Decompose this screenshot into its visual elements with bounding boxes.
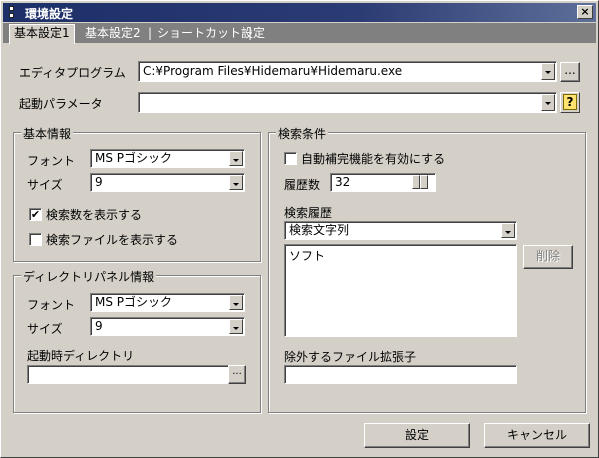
tab-separator: |: [248, 26, 253, 40]
basic-info-title: 基本情報: [21, 125, 74, 142]
tab-basic-2[interactable]: 基本設定2: [81, 25, 145, 43]
history-count-label: 履歴数: [284, 178, 321, 192]
history-type-select[interactable]: 検索文字列: [284, 221, 517, 240]
chevron-down-icon[interactable]: [229, 319, 243, 334]
editor-program-value: C:¥Program Files¥Hidemaru¥Hidemaru.exe: [143, 64, 403, 78]
chevron-down-icon[interactable]: [229, 295, 243, 310]
help-icon: ?: [563, 94, 577, 110]
history-type-value: 検索文字列: [289, 223, 350, 237]
checkmark-icon[interactable]: ✔: [29, 208, 42, 221]
chevron-down-icon[interactable]: [501, 223, 515, 238]
chevron-down-icon[interactable]: [541, 94, 555, 111]
chevron-down-icon[interactable]: [541, 63, 555, 80]
basic-size-value: 9: [95, 175, 103, 189]
dir-font-select[interactable]: MS Pゴシック: [90, 293, 245, 312]
startup-dir-label: 起動時ディレクトリ: [27, 349, 135, 363]
basic-font-select[interactable]: MS Pゴシック: [90, 149, 245, 168]
startup-dir-browse-button[interactable]: ...: [228, 365, 246, 384]
dir-size-label: サイズ: [27, 322, 63, 336]
chevron-down-icon[interactable]: [229, 175, 243, 190]
checkbox-icon[interactable]: [29, 233, 42, 246]
basic-size-select[interactable]: 9: [90, 173, 245, 192]
cancel-button[interactable]: キャンセル: [484, 423, 590, 448]
dir-font-value: MS Pゴシック: [95, 295, 173, 309]
chevron-down-icon[interactable]: [229, 151, 243, 166]
exclude-ext-input[interactable]: [284, 365, 517, 384]
launch-params-label: 起動パラメータ: [19, 97, 103, 111]
search-title: 検索条件: [276, 125, 329, 142]
dir-size-select[interactable]: 9: [90, 317, 245, 336]
basic-font-label: フォント: [27, 154, 76, 168]
show-files-checkbox[interactable]: 検索ファイルを表示する: [29, 231, 178, 248]
checkbox-icon[interactable]: [284, 152, 297, 165]
editor-program-label: エディタプログラム: [19, 66, 126, 80]
exclude-ext-label: 除外するファイル拡張子: [284, 350, 417, 364]
basic-size-label: サイズ: [27, 178, 63, 192]
settings-dialog: 環境設定 × 基本設定1 基本設定2 | ショートカット設定 | エディタプログ…: [0, 0, 599, 458]
startup-dir-input[interactable]: [27, 365, 229, 384]
editor-program-select[interactable]: C:¥Program Files¥Hidemaru¥Hidemaru.exe: [138, 61, 557, 82]
show-files-label: 検索ファイルを表示する: [46, 233, 179, 247]
app-icon: [7, 5, 17, 20]
show-count-label: 検索数を表示する: [46, 208, 143, 222]
dir-size-value: 9: [95, 319, 103, 333]
editor-browse-button[interactable]: ...: [560, 62, 580, 82]
tab-strip: 基本設定1 基本設定2 | ショートカット設定 |: [3, 23, 596, 44]
list-item[interactable]: ソフト: [289, 247, 512, 264]
tab-basic-1[interactable]: 基本設定1: [9, 24, 75, 44]
history-listbox[interactable]: ソフト: [284, 244, 517, 337]
spin-up-icon[interactable]: [412, 175, 420, 189]
autocomplete-label: 自動補完機能を有効にする: [301, 152, 446, 166]
spin-down-icon[interactable]: [420, 175, 428, 189]
autocomplete-checkbox[interactable]: 自動補完機能を有効にする: [284, 150, 445, 167]
history-label: 検索履歴: [284, 206, 333, 220]
dir-font-label: フォント: [27, 298, 76, 312]
tab-separator: |: [148, 26, 153, 40]
launch-params-select[interactable]: [138, 92, 557, 113]
delete-button[interactable]: 削除: [523, 245, 573, 269]
window-title: 環境設定: [25, 7, 74, 21]
history-count-value: 32: [335, 175, 351, 189]
close-button[interactable]: ×: [577, 5, 593, 19]
show-count-checkbox[interactable]: ✔ 検索数を表示する: [29, 206, 142, 223]
history-count-spinner[interactable]: [412, 175, 428, 189]
basic-font-value: MS Pゴシック: [95, 151, 173, 165]
title-bar[interactable]: 環境設定 ×: [3, 3, 596, 22]
ok-button[interactable]: 設定: [364, 423, 470, 448]
help-button[interactable]: ?: [560, 92, 580, 113]
dir-panel-title: ディレクトリパネル情報: [21, 268, 157, 285]
